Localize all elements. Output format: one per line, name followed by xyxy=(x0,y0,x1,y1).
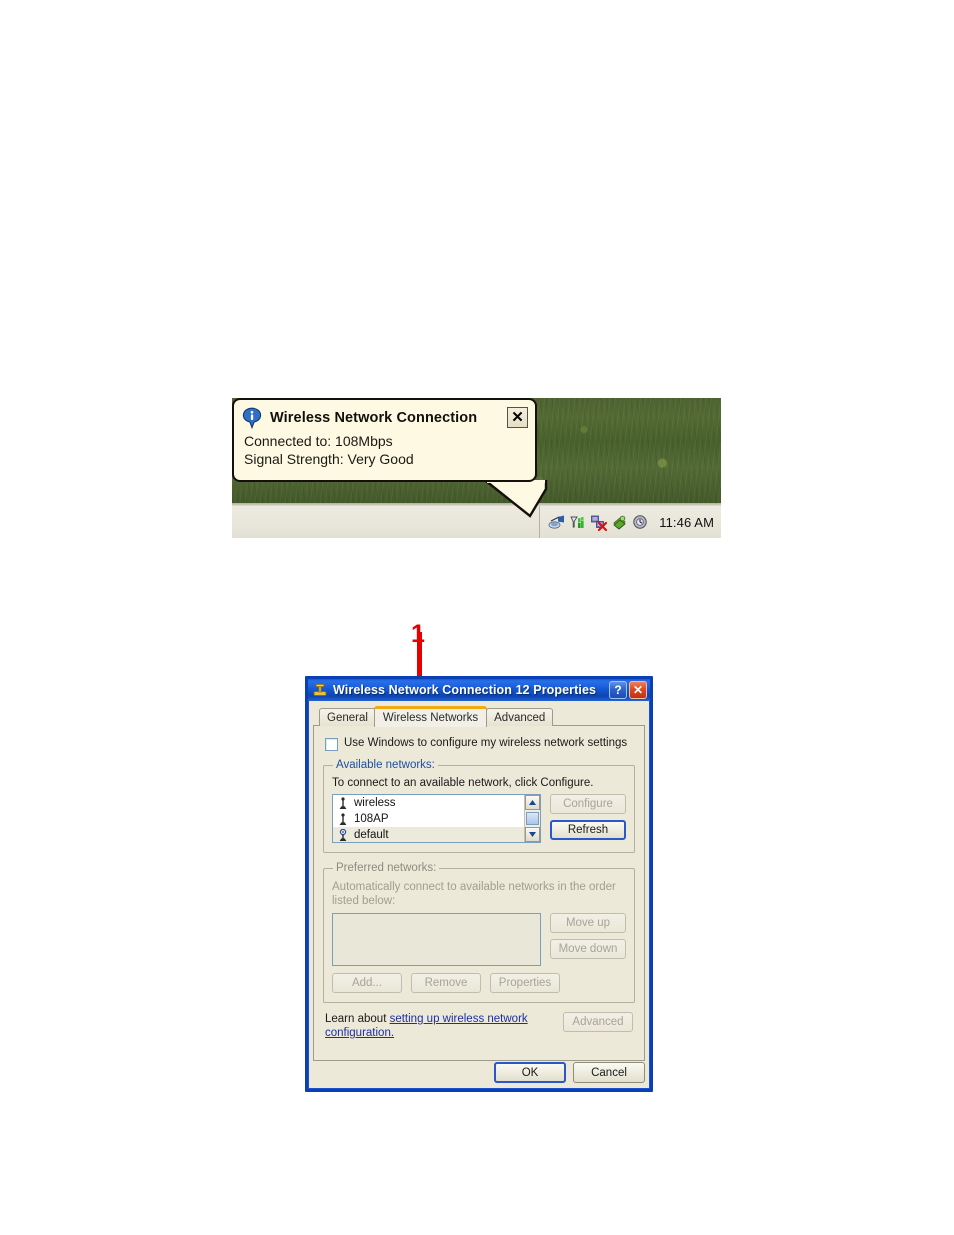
antivirus-icon[interactable] xyxy=(611,514,628,531)
signal-strength-icon[interactable] xyxy=(569,514,586,531)
available-networks-buttons: Configure Refresh xyxy=(550,794,626,840)
use-windows-checkbox-row[interactable]: Use Windows to configure my wireless net… xyxy=(325,737,635,751)
available-networks-legend: Available networks: xyxy=(336,759,435,771)
properties-button[interactable]: Properties xyxy=(490,973,560,993)
network-disconnected-icon[interactable] xyxy=(590,514,608,532)
titlebar-buttons: ? ✕ xyxy=(609,681,647,699)
learn-more-text: Learn about setting up wireless network … xyxy=(325,1012,540,1040)
scroll-up-icon[interactable] xyxy=(525,795,540,811)
tab-general[interactable]: General xyxy=(319,708,376,726)
add-button[interactable]: Add... xyxy=(332,973,402,993)
preferred-networks-row: Move up Move down xyxy=(332,913,626,966)
cancel-button[interactable]: Cancel xyxy=(573,1062,645,1083)
access-point-icon xyxy=(337,796,349,810)
remove-button[interactable]: Remove xyxy=(411,973,481,993)
preferred-networks-legend: Preferred networks: xyxy=(336,862,437,874)
tab-wireless-networks[interactable]: Wireless Networks xyxy=(373,706,488,727)
dialog-title: Wireless Network Connection 12 Propertie… xyxy=(333,683,597,697)
available-networks-description: To connect to an available network, clic… xyxy=(332,777,594,789)
balloon-line-signal: Signal Strength: Very Good xyxy=(244,451,414,467)
tab-strip: General Wireless Networks Advanced xyxy=(313,706,645,727)
advanced-button[interactable]: Advanced xyxy=(563,1012,633,1032)
learn-more-prefix: Learn about xyxy=(325,1013,390,1025)
preferred-networks-group: Preferred networks: Automatically connec… xyxy=(323,862,635,1003)
move-down-button[interactable]: Move down xyxy=(550,939,626,959)
scrollbar-thumb[interactable] xyxy=(526,812,539,825)
notification-balloon: Wireless Network Connection ✕ Connected … xyxy=(232,398,537,482)
dialog-body: General Wireless Networks Advanced Use W… xyxy=(308,701,650,1089)
list-item[interactable]: wireless xyxy=(333,795,524,811)
list-item[interactable]: 108AP xyxy=(333,811,524,827)
balloon-header: Wireless Network Connection xyxy=(234,400,535,430)
learn-more-row: Learn about setting up wireless network … xyxy=(325,1012,633,1040)
balloon-title: Wireless Network Connection xyxy=(270,410,478,426)
balloon-line-connected: Connected to: 108Mbps xyxy=(244,433,393,449)
info-icon xyxy=(242,407,262,430)
wireless-properties-dialog: Wireless Network Connection 12 Propertie… xyxy=(305,676,653,1092)
tab-advanced[interactable]: Advanced xyxy=(486,708,554,726)
available-networks-items: wireless 108AP default xyxy=(333,795,524,842)
use-windows-checkbox-label: Use Windows to configure my wireless net… xyxy=(344,737,628,749)
use-windows-checkbox[interactable] xyxy=(325,738,338,751)
refresh-button[interactable]: Refresh xyxy=(550,820,626,840)
available-networks-scrollbar[interactable] xyxy=(524,795,540,842)
configure-button[interactable]: Configure xyxy=(550,794,626,814)
access-point-icon xyxy=(337,812,349,826)
network-connection-icon xyxy=(312,682,328,698)
taskbar: 11:46 AM xyxy=(232,503,721,538)
balloon-body: Connected to: 108Mbps Signal Strength: V… xyxy=(234,429,535,468)
clock-history-icon[interactable] xyxy=(632,514,649,531)
close-button[interactable]: ✕ xyxy=(629,681,647,699)
taskbar-clock[interactable]: 11:46 AM xyxy=(659,515,714,530)
available-networks-row: wireless 108AP default Configure Refresh xyxy=(332,794,626,843)
available-networks-listbox[interactable]: wireless 108AP default xyxy=(332,794,541,843)
tab-page-wireless-networks: Use Windows to configure my wireless net… xyxy=(313,725,645,1061)
list-item-label: default xyxy=(354,829,389,841)
page-root: 11:46 AM Wireless Network Connection ✕ C… xyxy=(0,0,954,1235)
preferred-networks-listbox[interactable] xyxy=(332,913,541,966)
move-up-button[interactable]: Move up xyxy=(550,913,626,933)
available-networks-group: Available networks: To connect to an ava… xyxy=(323,759,635,853)
dialog-footer-buttons: OK Cancel xyxy=(313,1062,645,1083)
balloon-close-icon[interactable]: ✕ xyxy=(507,407,528,428)
tray-balloon-screenshot: 11:46 AM Wireless Network Connection ✕ C… xyxy=(232,398,721,538)
ok-button[interactable]: OK xyxy=(494,1062,566,1083)
scroll-down-icon[interactable] xyxy=(525,826,540,842)
list-item[interactable]: default xyxy=(333,827,524,842)
balloon-tail xyxy=(484,480,548,518)
system-tray: 11:46 AM xyxy=(539,506,721,538)
dialog-titlebar[interactable]: Wireless Network Connection 12 Propertie… xyxy=(308,679,650,701)
help-button[interactable]: ? xyxy=(609,681,627,699)
list-item-label: 108AP xyxy=(354,813,389,825)
ad-hoc-network-icon xyxy=(337,828,349,842)
list-item-label: wireless xyxy=(354,797,396,809)
preferred-networks-description: Automatically connect to available netwo… xyxy=(332,881,616,907)
preferred-networks-side-buttons: Move up Move down xyxy=(550,913,626,959)
preferred-networks-bottom-buttons: Add... Remove Properties xyxy=(332,973,626,993)
